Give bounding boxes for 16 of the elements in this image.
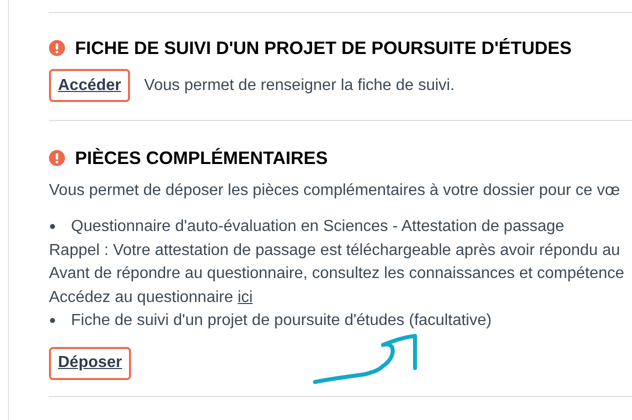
section-heading: PIÈCES COMPLÉMENTAIRES xyxy=(75,147,328,169)
warning-icon xyxy=(49,40,65,56)
link[interactable]: ici xyxy=(238,288,253,306)
body-text: Accédez au questionnaire xyxy=(49,288,234,306)
intro-text: Vous permet de déposer les pièces complémentaires à votre dossier pour ce vœ xyxy=(49,181,621,201)
warning-icon xyxy=(49,150,65,166)
action-button[interactable]: Déposer xyxy=(49,346,132,380)
list-item-text: Fiche de suivi d'un projet de poursuite d'études (facultative) xyxy=(71,311,492,331)
button-description: Vous permet de renseigner la fiche de suivi. xyxy=(144,76,455,96)
list-item-text: Questionnaire d'auto-évaluation en Sciences - Attestation de passage xyxy=(71,217,564,237)
bullet-icon xyxy=(50,224,55,230)
bullet-icon xyxy=(50,318,55,324)
body-text: Avant de répondre au questionnaire, consultez les connaissances et compétence xyxy=(49,264,626,284)
section-heading: FICHE DE SUIVI D'UN PROJET DE POURSUITE D'ÉTUDES xyxy=(75,37,572,59)
body-text: Rappel : Votre attestation de passage est téléchargeable après avoir répondu au xyxy=(49,240,622,260)
action-button[interactable]: Accéder xyxy=(49,69,130,102)
